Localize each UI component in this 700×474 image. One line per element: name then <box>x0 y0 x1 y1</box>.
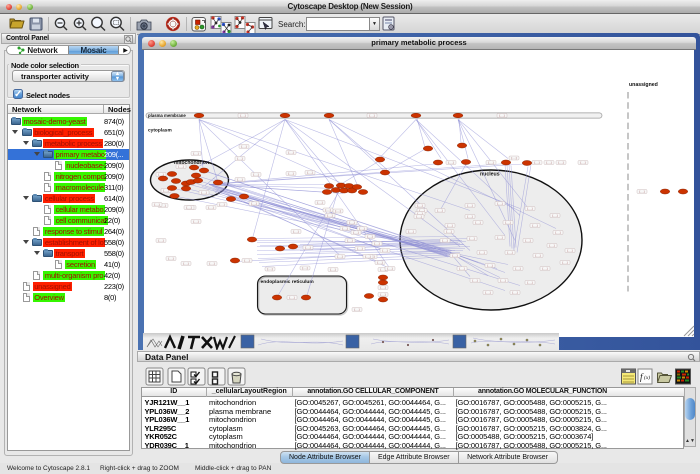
svg-text:[....]: [....] <box>580 160 585 164</box>
svg-text:[....]: [....] <box>552 213 557 217</box>
svg-text:[....]: [....] <box>168 256 173 260</box>
svg-text:[....]: [....] <box>367 234 372 238</box>
svg-text:[....]: [....] <box>293 229 298 233</box>
svg-text:[....]: [....] <box>193 219 198 223</box>
svg-text:[....]: [....] <box>201 190 206 194</box>
svg-text:[....]: [....] <box>446 229 451 233</box>
svg-text:[....]: [....] <box>359 226 364 230</box>
svg-text:[....]: [....] <box>472 278 477 282</box>
svg-text:[....]: [....] <box>237 156 242 160</box>
svg-text:[....]: [....] <box>546 160 551 164</box>
svg-text:[....]: [....] <box>500 278 505 282</box>
svg-text:[....]: [....] <box>562 260 567 264</box>
svg-text:[....]: [....] <box>208 205 213 209</box>
svg-text:[....]: [....] <box>382 248 387 252</box>
svg-text:[....]: [....] <box>505 220 510 224</box>
svg-text:[....]: [....] <box>437 208 442 212</box>
svg-text:[....]: [....] <box>267 267 272 271</box>
svg-text:[....]: [....] <box>497 235 502 239</box>
svg-text:[....]: [....] <box>459 266 464 270</box>
svg-text:[....]: [....] <box>542 266 547 270</box>
svg-text:[....]: [....] <box>527 280 532 284</box>
svg-text:[....]: [....] <box>354 307 359 311</box>
svg-text:[....]: [....] <box>349 220 354 224</box>
svg-text:[....]: [....] <box>475 220 480 224</box>
svg-text:[....]: [....] <box>335 209 340 213</box>
svg-text:plasma membrane: plasma membrane <box>148 113 186 118</box>
svg-text:[....]: [....] <box>327 213 332 217</box>
svg-text:[....]: [....] <box>469 236 474 240</box>
svg-text:[....]: [....] <box>408 229 413 233</box>
svg-text:[....]: [....] <box>417 203 422 207</box>
svg-text:[....]: [....] <box>534 160 539 164</box>
svg-text:[....]: [....] <box>485 290 490 294</box>
svg-text:[....]: [....] <box>512 290 517 294</box>
svg-text:cytoplasm: cytoplasm <box>148 127 172 133</box>
svg-text:[....]: [....] <box>447 223 452 227</box>
svg-text:[....]: [....] <box>337 254 342 258</box>
svg-text:[....]: [....] <box>467 203 472 207</box>
svg-text:[....]: [....] <box>353 230 358 234</box>
svg-text:[....]: [....] <box>555 230 560 234</box>
svg-text:[....]: [....] <box>253 172 258 176</box>
svg-text:[....]: [....] <box>193 151 198 155</box>
svg-text:[....]: [....] <box>369 113 374 117</box>
svg-text:[....]: [....] <box>527 206 532 210</box>
svg-text:[....]: [....] <box>511 156 516 160</box>
svg-text:[....]: [....] <box>330 267 335 271</box>
svg-text:[....]: [....] <box>288 171 293 175</box>
svg-text:[....]: [....] <box>567 248 572 252</box>
svg-text:[....]: [....] <box>387 266 392 270</box>
svg-text:[....]: [....] <box>558 160 563 164</box>
svg-text:[....]: [....] <box>244 258 249 262</box>
svg-text:[....]: [....] <box>452 253 457 257</box>
svg-text:[....]: [....] <box>535 253 540 257</box>
svg-text:[....]: [....] <box>154 202 159 206</box>
svg-text:[....]: [....] <box>467 214 472 218</box>
svg-text:[....]: [....] <box>241 144 246 148</box>
svg-text:[....]: [....] <box>549 243 554 247</box>
svg-text:[....]: [....] <box>507 250 512 254</box>
svg-text:[....]: [....] <box>380 292 385 296</box>
svg-text:[....]: [....] <box>639 189 644 193</box>
svg-text:[....]: [....] <box>325 208 330 212</box>
svg-text:[....]: [....] <box>317 200 322 204</box>
svg-text:[....]: [....] <box>515 266 520 270</box>
svg-text:[....]: [....] <box>487 263 492 267</box>
svg-text:[....]: [....] <box>357 246 362 250</box>
svg-text:[....]: [....] <box>307 170 312 174</box>
svg-text:[....]: [....] <box>289 295 294 299</box>
svg-text:[....]: [....] <box>347 238 352 242</box>
svg-text:[....]: [....] <box>497 201 502 205</box>
svg-text:[....]: [....] <box>288 150 293 154</box>
svg-text:[....]: [....] <box>532 223 537 227</box>
svg-text:[....]: [....] <box>237 177 242 181</box>
svg-text:[....]: [....] <box>365 254 370 258</box>
svg-text:[....]: [....] <box>251 201 256 205</box>
svg-text:[....]: [....] <box>240 113 245 117</box>
svg-text:[....]: [....] <box>302 266 307 270</box>
svg-text:[....]: [....] <box>305 245 310 249</box>
svg-text:[....]: [....] <box>183 261 188 265</box>
svg-text:[....]: [....] <box>209 261 214 265</box>
svg-text:[....]: [....] <box>342 226 347 230</box>
svg-text:[....]: [....] <box>525 238 530 242</box>
svg-text:unassigned: unassigned <box>629 82 658 88</box>
svg-text:[....]: [....] <box>219 202 224 206</box>
svg-text:[....]: [....] <box>416 214 421 218</box>
svg-text:[....]: [....] <box>178 164 183 168</box>
svg-text:[....]: [....] <box>448 160 453 164</box>
svg-text:[....]: [....] <box>374 241 379 245</box>
svg-text:(x): (x) <box>644 374 650 381</box>
svg-text:[....]: [....] <box>479 250 484 254</box>
svg-text:[....]: [....] <box>442 238 447 242</box>
svg-text:[....]: [....] <box>499 113 504 117</box>
svg-text:[....]: [....] <box>377 260 382 264</box>
svg-text:[....]: [....] <box>186 205 191 209</box>
svg-text:[....]: [....] <box>488 160 493 164</box>
svg-text:[....]: [....] <box>158 238 163 242</box>
svg-text:[....]: [....] <box>380 285 385 289</box>
